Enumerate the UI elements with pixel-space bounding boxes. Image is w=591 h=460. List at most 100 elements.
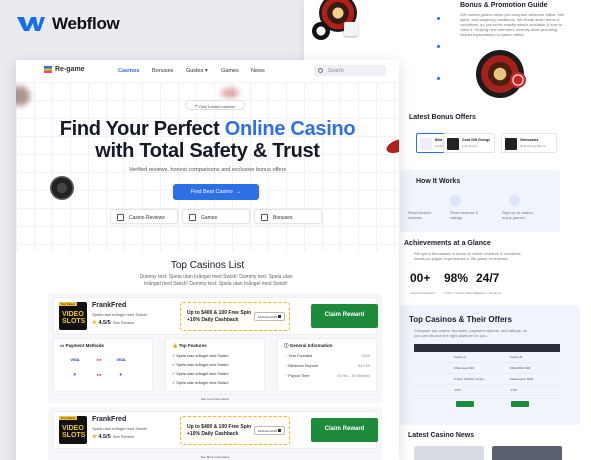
webflow-wordmark: Webflow (52, 14, 120, 33)
webflow-mark-icon (17, 17, 45, 31)
casino-rating: ★ 4.5/5 See Review (92, 434, 135, 440)
casino-card-top: Top Rated VIDEO SLOTS FrankFred Spela ut… (53, 297, 378, 335)
promo-code-button[interactable]: FanKomuch25 (254, 312, 285, 321)
mastercard-icon: ●● (96, 357, 102, 362)
casino-logo-text: VIDEO SLOTS (62, 311, 86, 325)
see-review-link[interactable]: See Review (113, 434, 134, 439)
chip-stack (510, 72, 526, 88)
paypal-icon: P (73, 372, 77, 377)
casino-card: Top Rated VIDEO SLOTS FrankFred Spela ut… (48, 293, 382, 403)
news-thumbnail[interactable] (414, 446, 484, 460)
bonus-icon (261, 214, 268, 221)
chevron-down-icon: ▾ (203, 68, 208, 74)
regame-logo[interactable]: Re-game (44, 66, 85, 73)
guide-title: Bonus & Promotion Guide (460, 2, 548, 9)
hero-title-line2: with Total Safety & Trust (95, 140, 320, 162)
claim-reward-button[interactable]: Claim Reward (311, 418, 378, 442)
step-icon (450, 195, 461, 206)
offers-desc: Compare top casino, bonuses, payment opt… (414, 328, 528, 338)
casino-card: Top Rated VIDEO SLOTS FrankFred Spela ut… (48, 407, 382, 460)
games-icon (189, 214, 196, 221)
front-page-preview: Re-game Casinos Bonuses Guides ▾ Games N… (16, 60, 399, 460)
bonus-card[interactable]: Gold Gift Grenge Free Bonus (443, 133, 495, 153)
bonus-offer-box: Up to $400 & 100 Free Spin +10% Daily Cas… (180, 416, 290, 445)
feature-item: ✓ Spela utan krångel med Swish! (172, 354, 229, 358)
guide-text: Get honest guides helps you compare welc… (460, 12, 565, 37)
info-row: $12.99 · Minimum Deposit (286, 364, 370, 368)
trusted-pill: ⛉ Only trusted casinos (185, 100, 245, 110)
find-best-casino-button[interactable]: Find Best Casino → (173, 184, 259, 200)
table-row: 4.5/5 4.1/5 (414, 385, 560, 396)
table-header (414, 344, 560, 352)
step-text: Read trusted reviews. (408, 210, 431, 220)
bonus-offer-box: Up to $400 & 100 Free Spin +10% Daily Cas… (180, 302, 290, 331)
blur-decor (221, 88, 239, 98)
casino-name: FrankFred (92, 416, 127, 423)
step-text: Read reviews & ratings. (450, 210, 479, 220)
paypal-icon: P (119, 372, 123, 377)
feature-item: ✓ Spela utan krångel med Swish! (172, 363, 229, 367)
nav-games[interactable]: Games (221, 68, 239, 74)
hero-subtitle: Verified reviews, honest comparisons and… (128, 167, 287, 173)
table-claim-button[interactable] (511, 401, 529, 407)
info-row: 2025 · Year Founded (286, 354, 370, 358)
table-row: € Visa, PayPal, Crypto Mastercard, Skrill (414, 374, 560, 385)
bonus-logo (505, 138, 517, 150)
see-less-toggle[interactable]: See Less Information (53, 394, 377, 401)
nav-bonuses[interactable]: Bonuses (152, 68, 173, 74)
table-row: € Bonuses 500 €300-€500 300 (414, 363, 560, 374)
bonus-card[interactable]: Videocasts Real Money Bonus (501, 133, 557, 153)
news-title: Latest Casino News (408, 432, 475, 439)
regame-mark-icon (44, 66, 52, 73)
search-placeholder: Search (328, 67, 344, 74)
stat-label: Casinos Reviewed (410, 291, 435, 295)
casino-card-top: Top Rated VIDEO SLOTS FrankFred Spela ut… (53, 411, 378, 449)
top-rated-badge: Top Rated (59, 302, 77, 306)
bonus-logo (420, 138, 432, 150)
promo-code-button[interactable]: FanKomuch25 (254, 426, 285, 435)
arrow-right-icon: → (232, 188, 242, 195)
hero-title-highlight: Online Casino (224, 118, 356, 140)
casino-desc: Spela utan krångel med Swish! (92, 426, 148, 431)
nav-news[interactable]: News (251, 68, 265, 74)
nav-guides[interactable]: Guides ▾ (186, 68, 208, 74)
dice-image (344, 22, 358, 36)
stat-value: 00+ (410, 271, 431, 285)
stat-value: 98% (444, 271, 469, 285)
step-text: Sign up to casino, enjoy games. (502, 210, 534, 220)
bonus-logo (447, 138, 459, 150)
tag-casino-reviews[interactable]: Casino Reviews (110, 209, 178, 224)
bonus-sub: Free Bonus (462, 144, 478, 148)
news-thumbnail[interactable] (492, 446, 562, 460)
thumbs-up-icon: 👍 (172, 343, 179, 348)
stat-label: Trust in Secure Platforms (444, 291, 478, 295)
claim-reward-button[interactable]: Claim Reward (311, 304, 378, 328)
see-review-link[interactable]: See Review (113, 320, 134, 325)
achievements-title: Achievements at a Glance (404, 240, 491, 247)
top-rated-badge: Top Rated (59, 416, 77, 420)
see-more-toggle[interactable]: See More Information (53, 452, 377, 459)
table-row: Casino A Casino B (414, 352, 560, 363)
visa-icon: VISA (116, 357, 126, 362)
tag-games[interactable]: Games (182, 209, 250, 224)
bonus-sub: Real Money Bonus (520, 144, 546, 148)
search-input[interactable]: Search (314, 65, 386, 76)
webflow-logo: Webflow (16, 14, 120, 34)
payment-methods-box: ▭ Payment Methods VISA ●● VISA P ●● P (53, 338, 153, 392)
chip-decor (312, 22, 330, 40)
regame-wordmark: Re-game (55, 66, 85, 73)
achievements-text: We spent thousands of hours of online re… (414, 251, 521, 261)
top-navigation: Re-game Casinos Bonuses Guides ▾ Games N… (16, 60, 399, 82)
bullet-dot (437, 77, 440, 80)
casino-logo[interactable]: Top Rated VIDEO SLOTS (59, 302, 87, 330)
reviews-icon (117, 214, 124, 221)
tag-bonuses[interactable]: Bonuses (254, 209, 322, 224)
general-info-box: ⓘ General Information 2025 · Year Founded… (277, 338, 377, 392)
nav-casinos[interactable]: Casinos (118, 68, 139, 74)
search-icon (318, 67, 323, 73)
casino-logo[interactable]: Top Rated VIDEO SLOTS (59, 416, 87, 444)
copy-icon (278, 429, 282, 432)
poker-chip-decor (50, 176, 74, 200)
table-claim-button[interactable] (456, 401, 474, 407)
feature-item: ✓ Spela utan krångel med Swish! (172, 372, 229, 376)
